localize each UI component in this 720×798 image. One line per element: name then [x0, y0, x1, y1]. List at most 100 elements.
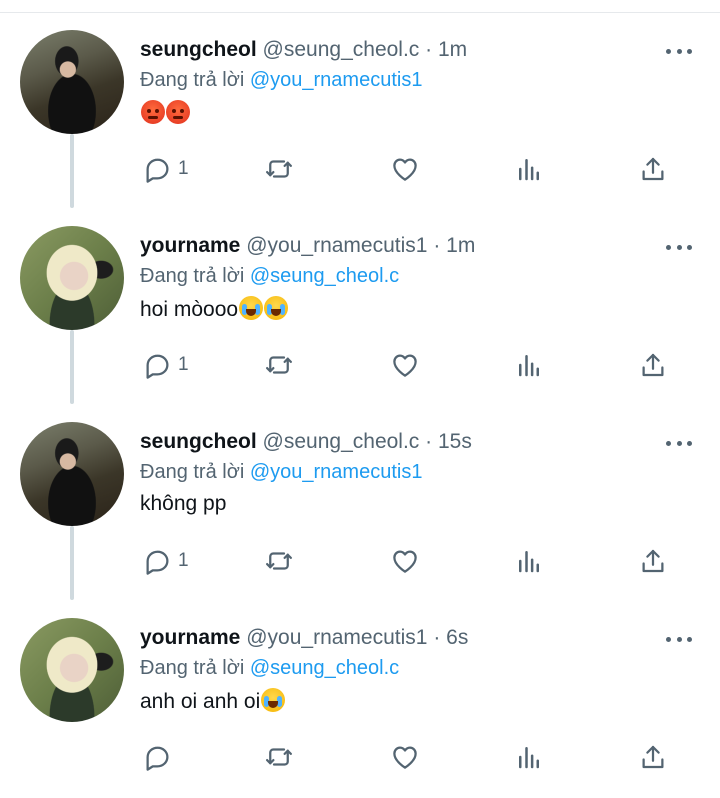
- user-handle[interactable]: @you_rnamecutis1: [246, 626, 427, 649]
- crying-face-emoji: [264, 296, 289, 320]
- retweet-icon: [266, 160, 292, 178]
- stats-icon: [519, 159, 539, 181]
- reply-count: 1: [178, 158, 189, 179]
- stats-button[interactable]: [514, 544, 544, 578]
- reply-button[interactable]: 1: [142, 348, 189, 382]
- tweet[interactable]: seungcheol @seung_cheol.c · 1m Đang trả …: [0, 14, 720, 210]
- more-icon[interactable]: [666, 46, 692, 56]
- tweet-text-content: anh oi anh oi: [140, 690, 261, 713]
- timestamp[interactable]: 1m: [438, 38, 467, 61]
- share-icon: [642, 353, 664, 377]
- retweet-button[interactable]: [264, 740, 294, 774]
- share-icon: [642, 549, 664, 573]
- replying-to-label: Đang trả lời: [140, 461, 245, 483]
- display-name[interactable]: seungcheol: [140, 430, 257, 453]
- tweet-text: anh oi anh oi: [140, 688, 286, 714]
- reply-icon: [146, 354, 169, 379]
- like-icon: [393, 746, 417, 769]
- display-name[interactable]: yourname: [140, 234, 240, 257]
- share-icon: [642, 157, 664, 181]
- display-name[interactable]: seungcheol: [140, 38, 257, 61]
- like-button[interactable]: [390, 740, 420, 774]
- retweet-icon: [266, 552, 292, 570]
- like-icon: [393, 158, 417, 181]
- tweet-header: seungcheol @seung_cheol.c · 1m: [140, 38, 467, 66]
- stats-button[interactable]: [514, 348, 544, 382]
- more-icon[interactable]: [666, 634, 692, 644]
- replying-to: Đang trả lời @seung_cheol.c: [140, 657, 399, 680]
- action-bar: [140, 740, 680, 774]
- mention-link[interactable]: @seung_cheol.c: [250, 657, 399, 679]
- tweet-header: yourname @you_rnamecutis1 · 1m: [140, 234, 475, 262]
- user-handle[interactable]: @seung_cheol.c: [263, 38, 420, 61]
- tweet-text: không pp: [140, 492, 226, 516]
- timestamp[interactable]: 6s: [446, 626, 468, 649]
- reply-icon: [146, 158, 169, 183]
- timestamp[interactable]: 1m: [446, 234, 475, 257]
- more-icon[interactable]: [666, 438, 692, 448]
- angry-face-emoji: [141, 100, 165, 124]
- share-button[interactable]: [638, 740, 668, 774]
- share-button[interactable]: [638, 152, 668, 186]
- replying-to-label: Đang trả lời: [140, 657, 245, 679]
- reply-button[interactable]: 1: [142, 544, 189, 578]
- separator: ·: [425, 38, 433, 61]
- avatar[interactable]: [20, 30, 124, 134]
- separator: ·: [433, 626, 441, 649]
- share-icon: [642, 745, 664, 769]
- like-icon: [393, 550, 417, 573]
- like-button[interactable]: [390, 348, 420, 382]
- avatar[interactable]: [20, 618, 124, 722]
- replying-to: Đang trả lời @you_rnamecutis1: [140, 461, 422, 484]
- user-handle[interactable]: @seung_cheol.c: [263, 430, 420, 453]
- separator: ·: [433, 234, 441, 257]
- tweet-header: seungcheol @seung_cheol.c · 15s: [140, 430, 472, 458]
- replying-to-label: Đang trả lời: [140, 69, 245, 91]
- reply-icon: [146, 746, 169, 771]
- more-icon[interactable]: [666, 242, 692, 252]
- like-button[interactable]: [390, 544, 420, 578]
- reply-count: 1: [178, 550, 189, 571]
- replying-to: Đang trả lời @seung_cheol.c: [140, 265, 399, 288]
- mention-link[interactable]: @you_rnamecutis1: [250, 461, 423, 483]
- angry-face-emoji: [166, 100, 190, 124]
- like-button[interactable]: [390, 152, 420, 186]
- tweet-text: hoi mòooo: [140, 296, 289, 322]
- reply-count: 1: [178, 354, 189, 375]
- retweet-button[interactable]: [264, 544, 294, 578]
- tweet-text-content: không pp: [140, 492, 227, 515]
- reply-button[interactable]: 1: [142, 152, 189, 186]
- avatar[interactable]: [20, 422, 124, 526]
- avatar[interactable]: [20, 226, 124, 330]
- retweet-icon: [266, 748, 292, 766]
- tweet-header: yourname @you_rnamecutis1 · 6s: [140, 626, 468, 654]
- tweet[interactable]: seungcheol @seung_cheol.c · 15s Đang trả…: [0, 406, 720, 602]
- action-bar: 1: [140, 152, 680, 186]
- reply-icon: [146, 550, 169, 575]
- action-bar: 1: [140, 348, 680, 382]
- retweet-button[interactable]: [264, 348, 294, 382]
- replying-to: Đang trả lời @you_rnamecutis1: [140, 69, 422, 92]
- retweet-button[interactable]: [264, 152, 294, 186]
- retweet-icon: [266, 356, 292, 374]
- reply-button[interactable]: [142, 740, 178, 774]
- mention-link[interactable]: @seung_cheol.c: [250, 265, 399, 287]
- user-handle[interactable]: @you_rnamecutis1: [246, 234, 427, 257]
- display-name[interactable]: yourname: [140, 626, 240, 649]
- separator: ·: [425, 430, 433, 453]
- mention-link[interactable]: @you_rnamecutis1: [250, 69, 423, 91]
- like-icon: [393, 354, 417, 377]
- timestamp[interactable]: 15s: [438, 430, 472, 453]
- share-button[interactable]: [638, 544, 668, 578]
- top-divider: [0, 12, 720, 13]
- stats-icon: [519, 747, 539, 769]
- stats-button[interactable]: [514, 152, 544, 186]
- tweet[interactable]: yourname @you_rnamecutis1 · 1m Đang trả …: [0, 210, 720, 406]
- share-button[interactable]: [638, 348, 668, 382]
- tweet-text-content: hoi mòooo: [140, 298, 239, 321]
- crying-face-emoji: [261, 688, 286, 712]
- stats-icon: [519, 355, 539, 377]
- tweet[interactable]: yourname @you_rnamecutis1 · 6s Đang trả …: [0, 602, 720, 798]
- stats-button[interactable]: [514, 740, 544, 774]
- stats-icon: [519, 551, 539, 573]
